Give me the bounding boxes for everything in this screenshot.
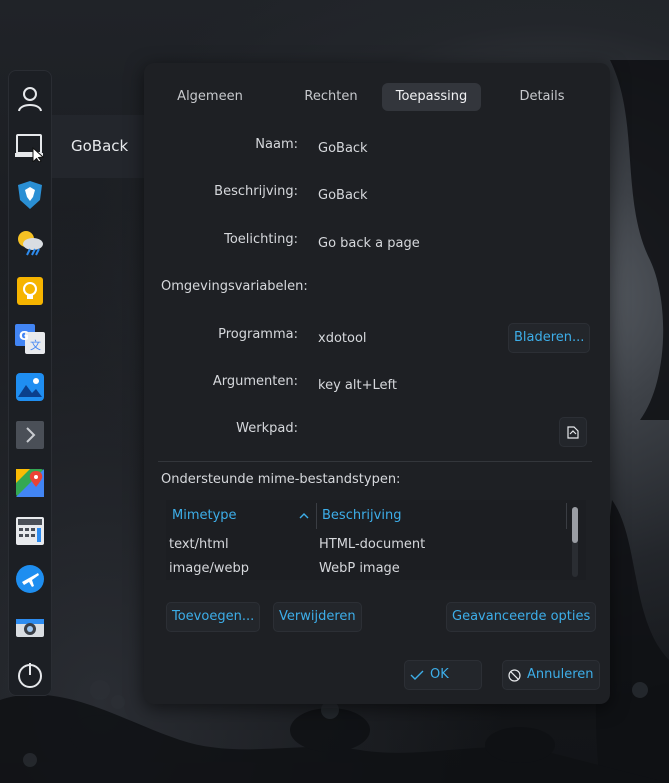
column-divider [566, 503, 567, 529]
remove-mime-button[interactable]: Verwijderen [273, 602, 362, 632]
brave-browser-icon[interactable] [13, 178, 47, 212]
mime-row-2-description[interactable]: WebP image [319, 561, 400, 576]
workdir-label: Werkpad: [236, 421, 298, 436]
google-maps-icon[interactable] [13, 466, 47, 500]
mime-table: Mimetype Beschrijving text/html HTML-doc… [166, 500, 586, 580]
mime-row-2-type[interactable]: image/webp [169, 561, 249, 576]
flight-app-icon[interactable] [13, 562, 47, 596]
cancel-button-label: Annuleren [527, 667, 594, 682]
scrollbar-thumb[interactable] [572, 507, 578, 543]
svg-text:文: 文 [30, 338, 41, 352]
mime-row-1-type[interactable]: text/html [169, 537, 229, 552]
weather-icon[interactable] [13, 226, 47, 260]
power-icon[interactable] [13, 658, 47, 692]
svg-text:G: G [19, 329, 29, 343]
ok-button-label: OK [430, 667, 449, 682]
column-header-description[interactable]: Beschrijving [322, 503, 401, 529]
goback-app-icon[interactable] [13, 130, 47, 164]
add-mime-button[interactable]: Toevoegen... [166, 602, 261, 632]
section-separator [158, 461, 592, 462]
google-translate-icon[interactable]: G文 [13, 322, 47, 356]
workdir-browse-button[interactable] [559, 417, 587, 447]
user-icon[interactable] [13, 82, 47, 116]
tab-details[interactable]: Details [504, 83, 580, 111]
browse-button[interactable]: Bladeren... [508, 323, 591, 353]
mime-section-label: Ondersteunde mime-bestandstypen: [161, 472, 401, 487]
terminal-icon[interactable] [13, 418, 47, 452]
launcher-tooltip-label: GoBack [71, 137, 129, 155]
tab-toepassing[interactable]: Toepassing [382, 83, 481, 111]
keep-notes-icon[interactable] [13, 274, 47, 308]
name-field[interactable]: GoBack [318, 141, 368, 156]
app-launcher-panel: G文 [8, 70, 52, 696]
env-variables-label: Omgevingsvariabelen: [161, 279, 308, 294]
column-divider [316, 503, 317, 529]
advanced-options-button[interactable]: Geavanceerde opties [446, 602, 597, 632]
tab-algemeen[interactable]: Algemeen [168, 83, 252, 111]
comment-field[interactable]: Go back a page [318, 236, 420, 251]
image-viewer-icon[interactable] [13, 370, 47, 404]
arguments-field[interactable]: key alt+Left [318, 378, 397, 393]
description-label: Beschrijving: [214, 184, 298, 199]
camera-icon[interactable] [13, 610, 47, 644]
ok-button[interactable]: OK [404, 660, 482, 690]
sort-ascending-icon[interactable] [299, 512, 309, 519]
name-label: Naam: [255, 137, 298, 152]
checkmark-icon [410, 670, 424, 680]
cancel-button[interactable]: Annuleren [502, 660, 600, 690]
properties-dialog: Algemeen Rechten Toepassing Details Naam… [144, 63, 610, 704]
tab-bar: Algemeen Rechten Toepassing Details [156, 83, 602, 111]
program-label: Programma: [218, 327, 298, 342]
document-open-icon [567, 425, 579, 439]
program-field[interactable]: xdotool [318, 331, 367, 346]
mime-table-scrollbar[interactable] [572, 507, 578, 577]
column-header-mimetype[interactable]: Mimetype [172, 503, 237, 529]
description-field[interactable]: GoBack [318, 188, 368, 203]
arguments-label: Argumenten: [212, 374, 298, 389]
mime-row-1-description[interactable]: HTML-document [319, 537, 425, 552]
comment-label: Toelichting: [224, 232, 298, 247]
calculator-icon[interactable] [13, 514, 47, 548]
tab-rechten[interactable]: Rechten [286, 83, 376, 111]
cancel-icon [508, 668, 521, 682]
